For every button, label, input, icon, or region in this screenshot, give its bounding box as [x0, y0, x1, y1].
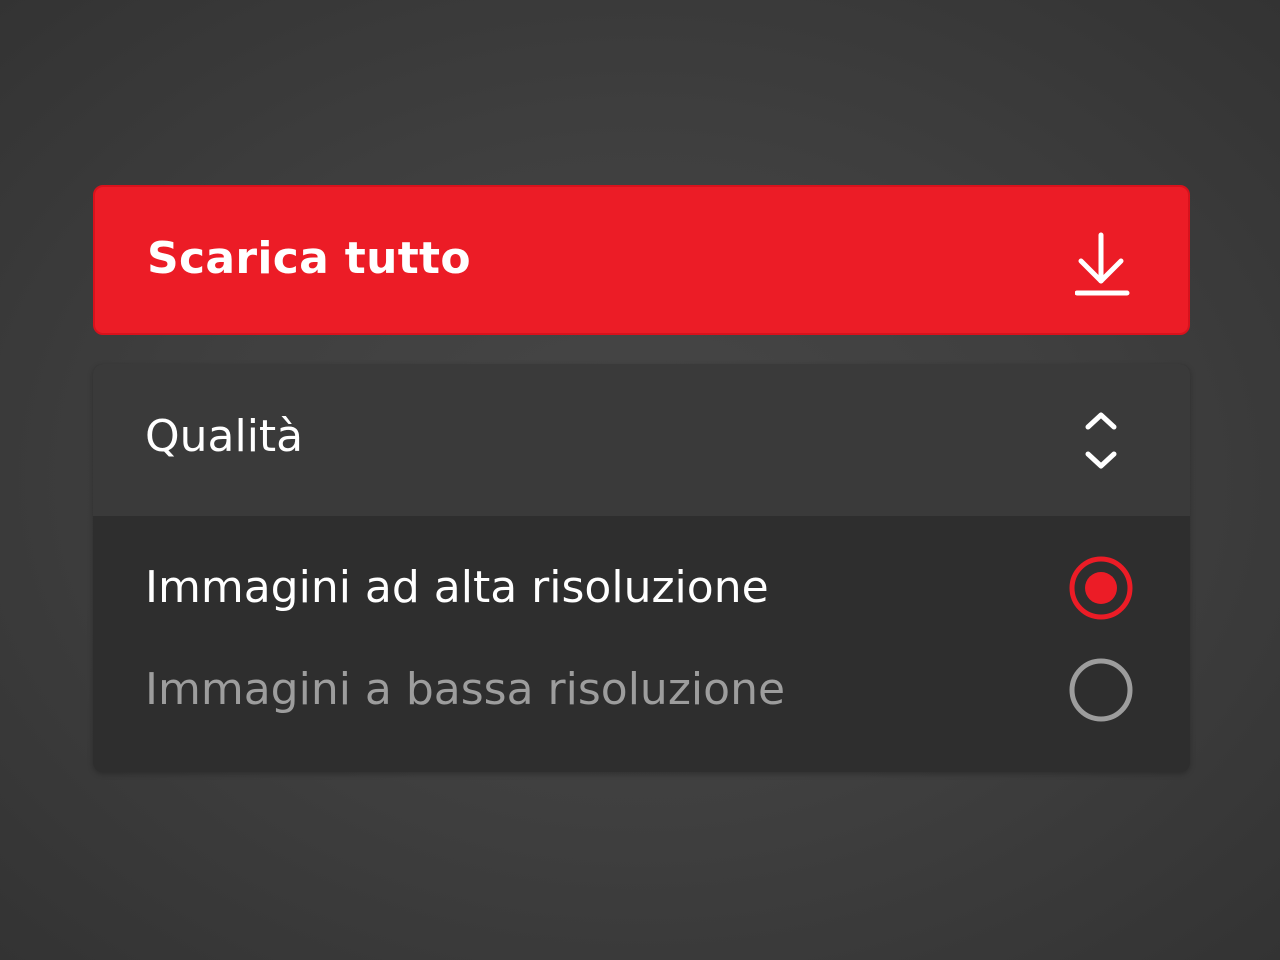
radio-selected-icon[interactable] [1068, 555, 1134, 621]
download-icon [1075, 232, 1130, 296]
quality-selector: Qualità Immagini ad alta risoluzione Imm… [93, 364, 1190, 772]
chevron-up-down-icon [1085, 412, 1117, 469]
quality-option-low-label: Immagini a bassa risoluzione [145, 664, 786, 715]
quality-option-low[interactable]: Immagini a bassa risoluzione [93, 642, 1190, 742]
quality-option-high[interactable]: Immagini ad alta risoluzione [93, 540, 1190, 640]
quality-label: Qualità [145, 411, 304, 462]
radio-unselected-icon[interactable] [1068, 657, 1134, 723]
quality-option-high-label: Immagini ad alta risoluzione [145, 562, 769, 613]
quality-dropdown-header[interactable]: Qualità [93, 364, 1190, 516]
download-all-label: Scarica tutto [147, 233, 471, 284]
download-all-button[interactable]: Scarica tutto [93, 185, 1190, 335]
download-panel: Scarica tutto Qualità Immagini ad alta r… [93, 185, 1190, 772]
